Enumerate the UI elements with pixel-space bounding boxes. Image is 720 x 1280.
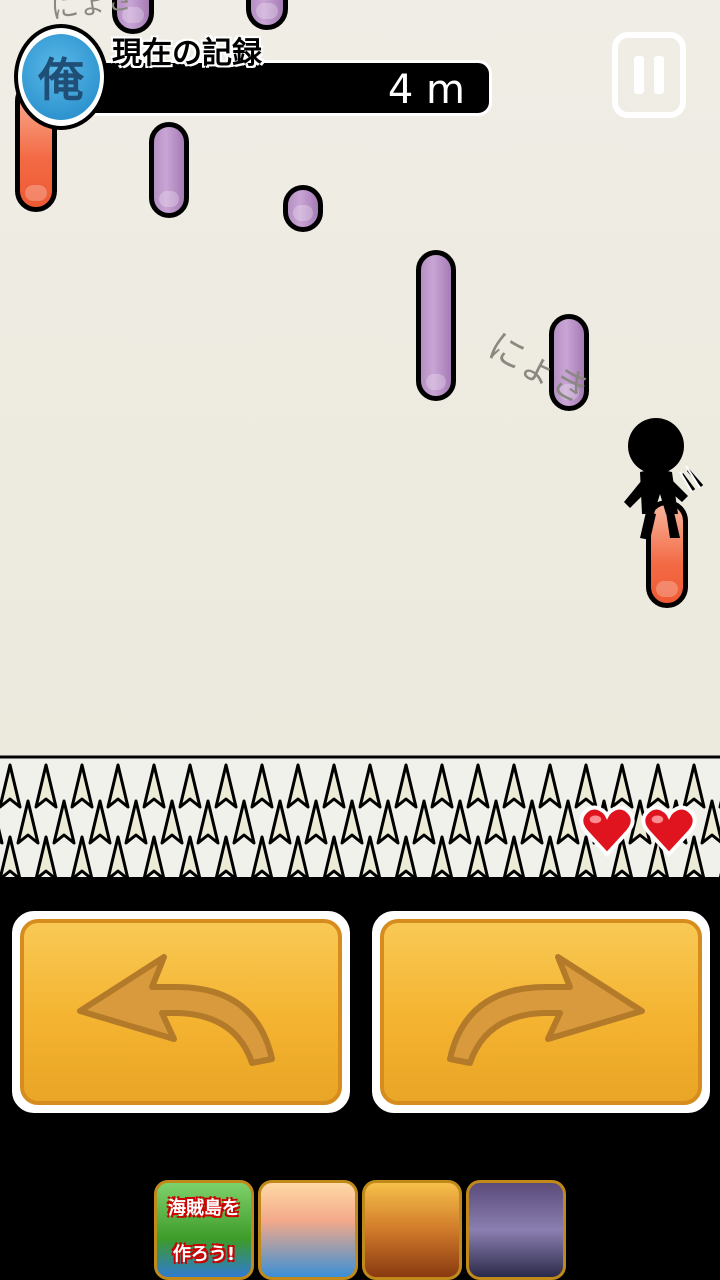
stick-figure-character [624,418,704,540]
ad-warrior-game[interactable] [362,1180,462,1280]
purple-pillar [246,0,288,30]
heart-icon [641,805,697,858]
ore-kanji-badge: 俺 [14,24,108,130]
move-right-button[interactable] [368,907,714,1117]
pause-button[interactable] [612,32,686,118]
curved-arrow-right-icon [447,954,645,1066]
purple-pillar [283,185,323,232]
heart-icon [579,805,635,858]
ad-mermaid-game[interactable] [258,1180,358,1280]
ad-label-line2: 作ろう! [172,1244,236,1266]
move-left-button[interactable] [8,907,354,1117]
move-right-button-face[interactable] [380,919,702,1105]
purple-pillar [149,122,189,218]
ad-pirate-island[interactable]: 海賊島を作ろう! [154,1180,254,1280]
pause-icon [634,56,644,94]
lives-hearts [578,802,698,860]
record-value: 4 m [387,67,465,113]
curved-arrow-left-icon [77,954,275,1066]
control-panel [0,877,720,1137]
ad-samurai-game[interactable] [466,1180,566,1280]
pause-icon [654,56,664,94]
purple-pillar [416,250,456,401]
badge-char: 俺 [22,34,100,120]
ad-banner: 海賊島を作ろう! [154,1180,566,1280]
record-title: 現在の記録 [112,36,262,71]
ad-label-line1: 海賊島を [168,1198,240,1220]
move-left-button-face[interactable] [20,919,342,1105]
